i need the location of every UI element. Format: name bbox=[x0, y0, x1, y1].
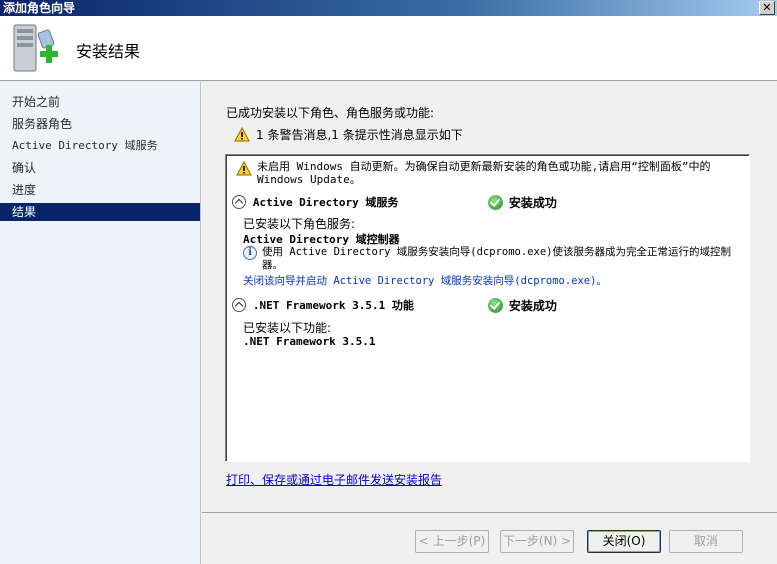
installed-label: 已安装以下角色服务: bbox=[243, 217, 356, 231]
section-ad-ds-header: Active Directory 域服务 安装成功 bbox=[232, 194, 747, 212]
update-warning-text: 未启用 Windows 自动更新。为确保自动更新最新安装的角色或功能,请启用“控… bbox=[257, 160, 711, 186]
window-title: 添加角色向导 bbox=[3, 1, 76, 15]
status-text: 安装成功 bbox=[508, 196, 557, 210]
sidebar-item-before-you-begin[interactable]: 开始之前 bbox=[0, 93, 200, 111]
collapse-icon[interactable] bbox=[232, 298, 246, 312]
sidebar-item-progress[interactable]: 进度 bbox=[0, 181, 200, 199]
success-check-icon bbox=[488, 298, 503, 313]
wizard-footer: < 上一步(P) 下一步(N) > 关闭(O) 取消 bbox=[202, 512, 777, 564]
status-success: 安装成功 bbox=[488, 194, 557, 211]
dcpromo-link[interactable]: 关闭该向导并启动 Active Directory 域服务安装向导(dcprom… bbox=[243, 273, 607, 288]
close-icon: ✕ bbox=[762, 1, 772, 14]
warning-summary-text: 1 条警告消息,1 条提示性消息显示如下 bbox=[256, 128, 463, 142]
window-title-bar: 添加角色向导 ✕ bbox=[0, 0, 777, 16]
server-add-icon bbox=[13, 24, 58, 72]
sidebar-item-server-roles[interactable]: 服务器角色 bbox=[0, 115, 200, 133]
section-title: Active Directory 域服务 bbox=[252, 196, 399, 209]
sidebar-item-ad-ds[interactable]: Active Directory 域服务 bbox=[0, 137, 200, 155]
collapse-icon[interactable] bbox=[232, 195, 246, 209]
sidebar-item-confirmation[interactable]: 确认 bbox=[0, 159, 200, 177]
success-check-icon bbox=[488, 195, 503, 210]
info-text: 使用 Active Directory 域服务安装向导(dcpromo.exe)… bbox=[262, 246, 731, 271]
results-panel[interactable]: 未启用 Windows 自动更新。为确保自动更新最新安装的角色或功能,请启用“控… bbox=[225, 154, 750, 462]
back-button[interactable]: < 上一步(P) bbox=[415, 530, 489, 553]
window-close-button[interactable]: ✕ bbox=[759, 1, 775, 15]
installed-item: Active Directory 域控制器 bbox=[243, 233, 400, 246]
info-icon: i bbox=[243, 246, 257, 260]
installed-item: .NET Framework 3.5.1 bbox=[243, 335, 376, 348]
info-message: i 使用 Active Directory 域服务安装向导(dcpromo.ex… bbox=[243, 246, 743, 272]
wizard-sidebar: 开始之前 服务器角色 Active Directory 域服务 确认 进度 结果 bbox=[0, 82, 201, 564]
success-message: 已成功安装以下角色、角色服务或功能: bbox=[226, 106, 435, 120]
page-title: 安装结果 bbox=[76, 42, 141, 61]
wizard-header: 安装结果 bbox=[0, 16, 777, 81]
cancel-button[interactable]: 取消 bbox=[669, 530, 743, 553]
main-content: 已成功安装以下角色、角色服务或功能: 1 条警告消息,1 条提示性消息显示如下 … bbox=[202, 82, 777, 512]
close-button[interactable]: 关闭(O) bbox=[587, 530, 661, 553]
update-warning: 未启用 Windows 自动更新。为确保自动更新最新安装的角色或功能,请启用“控… bbox=[236, 160, 746, 186]
section-title: .NET Framework 3.5.1 功能 bbox=[252, 299, 414, 312]
next-button[interactable]: 下一步(N) > bbox=[500, 530, 574, 553]
installed-label: 已安装以下功能: bbox=[243, 321, 332, 335]
report-link[interactable]: 打印、保存或通过电子邮件发送安装报告 bbox=[226, 471, 442, 488]
warning-icon bbox=[234, 127, 250, 142]
sidebar-item-results[interactable]: 结果 bbox=[0, 203, 200, 221]
status-success: 安装成功 bbox=[488, 297, 557, 314]
warning-icon bbox=[236, 161, 252, 176]
section-net-framework-header: .NET Framework 3.5.1 功能 安装成功 bbox=[232, 297, 747, 315]
warning-summary: 1 条警告消息,1 条提示性消息显示如下 bbox=[234, 126, 463, 143]
status-text: 安装成功 bbox=[508, 299, 557, 313]
